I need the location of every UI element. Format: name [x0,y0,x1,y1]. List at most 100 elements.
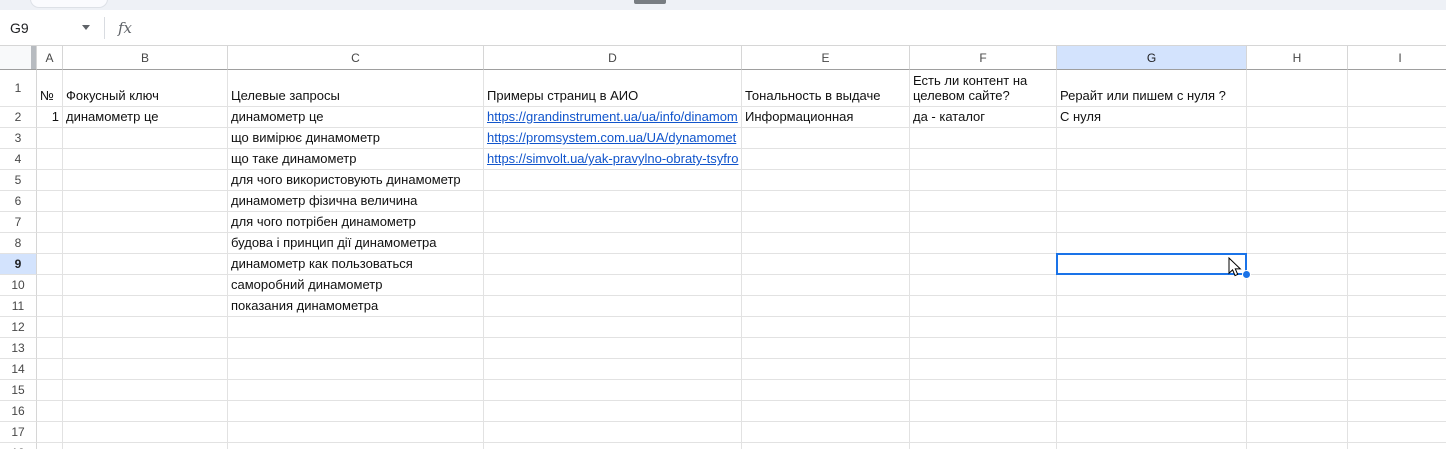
cell-A5[interactable] [37,170,63,191]
cell-I3[interactable] [1348,128,1446,149]
cell-G2[interactable]: С нуля [1057,107,1247,128]
fill-handle[interactable] [1242,270,1251,279]
cell-E18[interactable] [742,443,910,449]
cell-B3[interactable] [63,128,228,149]
cell-A11[interactable] [37,296,63,317]
row-header-4[interactable]: 4 [0,149,37,170]
cell-G11[interactable] [1057,296,1247,317]
cell-G9[interactable] [1057,254,1247,275]
cell-D11[interactable] [484,296,742,317]
cell-H15[interactable] [1247,380,1348,401]
cell-C14[interactable] [228,359,484,380]
cell-A15[interactable] [37,380,63,401]
cell-F2[interactable]: да - каталог [910,107,1057,128]
name-box[interactable]: G9 [0,20,80,36]
cell-E6[interactable] [742,191,910,212]
cell-I8[interactable] [1348,233,1446,254]
cell-I1[interactable] [1348,70,1446,107]
cell-C18[interactable] [228,443,484,449]
cell-C10[interactable]: саморобний динамометр [228,275,484,296]
cell-B11[interactable] [63,296,228,317]
cell-C12[interactable] [228,317,484,338]
cell-I9[interactable] [1348,254,1446,275]
cell-C13[interactable] [228,338,484,359]
cell-E16[interactable] [742,401,910,422]
column-header-I[interactable]: I [1348,45,1446,70]
cell-I17[interactable] [1348,422,1446,443]
cell-I11[interactable] [1348,296,1446,317]
cell-A14[interactable] [37,359,63,380]
cell-F5[interactable] [910,170,1057,191]
cell-B17[interactable] [63,422,228,443]
row-header-16[interactable]: 16 [0,401,37,422]
cell-G15[interactable] [1057,380,1247,401]
cell-D14[interactable] [484,359,742,380]
cell-C9[interactable]: динамометр как пользоваться [228,254,484,275]
cell-D8[interactable] [484,233,742,254]
cell-A3[interactable] [37,128,63,149]
cell-F6[interactable] [910,191,1057,212]
cell-I5[interactable] [1348,170,1446,191]
cell-D13[interactable] [484,338,742,359]
cell-A6[interactable] [37,191,63,212]
column-header-F[interactable]: F [910,45,1057,70]
cell-C15[interactable] [228,380,484,401]
cell-A7[interactable] [37,212,63,233]
cell-H2[interactable] [1247,107,1348,128]
column-header-E[interactable]: E [742,45,910,70]
cell-H16[interactable] [1247,401,1348,422]
column-header-A[interactable]: A [37,45,63,70]
cell-D3[interactable]: https://promsystem.com.ua/UA/dynamomet [484,128,742,149]
cell-E1[interactable]: Тональность в выдаче [742,70,910,107]
cell-G7[interactable] [1057,212,1247,233]
row-header-12[interactable]: 12 [0,317,37,338]
cell-C3[interactable]: що вимірює динамометр [228,128,484,149]
cell-E11[interactable] [742,296,910,317]
cell-A10[interactable] [37,275,63,296]
cell-F12[interactable] [910,317,1057,338]
cell-A2[interactable]: 1 [37,107,63,128]
cell-B7[interactable] [63,212,228,233]
row-header-11[interactable]: 11 [0,296,37,317]
cell-G13[interactable] [1057,338,1247,359]
cell-C2[interactable]: динамометр це [228,107,484,128]
cell-H1[interactable] [1247,70,1348,107]
cell-A8[interactable] [37,233,63,254]
cell-H6[interactable] [1247,191,1348,212]
cell-B5[interactable] [63,170,228,191]
cell-E12[interactable] [742,317,910,338]
cell-G3[interactable] [1057,128,1247,149]
column-header-D[interactable]: D [484,45,742,70]
cell-A4[interactable] [37,149,63,170]
cell-I10[interactable] [1348,275,1446,296]
cell-D2[interactable]: https://grandinstrument.ua/ua/info/dinam… [484,107,742,128]
cell-link-D4[interactable]: https://simvolt.ua/yak-pravylno-obraty-t… [487,151,738,166]
cell-B4[interactable] [63,149,228,170]
column-header-H[interactable]: H [1247,45,1348,70]
row-header-10[interactable]: 10 [0,275,37,296]
cell-I6[interactable] [1348,191,1446,212]
cell-H8[interactable] [1247,233,1348,254]
cell-D9[interactable] [484,254,742,275]
cell-E10[interactable] [742,275,910,296]
cell-G12[interactable] [1057,317,1247,338]
cell-A9[interactable] [37,254,63,275]
cell-F9[interactable] [910,254,1057,275]
cell-H13[interactable] [1247,338,1348,359]
cell-F4[interactable] [910,149,1057,170]
cell-D15[interactable] [484,380,742,401]
cell-link-D2[interactable]: https://grandinstrument.ua/ua/info/dinam… [487,109,738,124]
cell-B9[interactable] [63,254,228,275]
cell-D7[interactable] [484,212,742,233]
cell-H5[interactable] [1247,170,1348,191]
cell-E17[interactable] [742,422,910,443]
row-header-18[interactable]: 18 [0,443,37,449]
cell-D16[interactable] [484,401,742,422]
cell-F17[interactable] [910,422,1057,443]
cell-B8[interactable] [63,233,228,254]
cell-H14[interactable] [1247,359,1348,380]
cell-I14[interactable] [1348,359,1446,380]
cell-F16[interactable] [910,401,1057,422]
cell-F11[interactable] [910,296,1057,317]
cell-D17[interactable] [484,422,742,443]
